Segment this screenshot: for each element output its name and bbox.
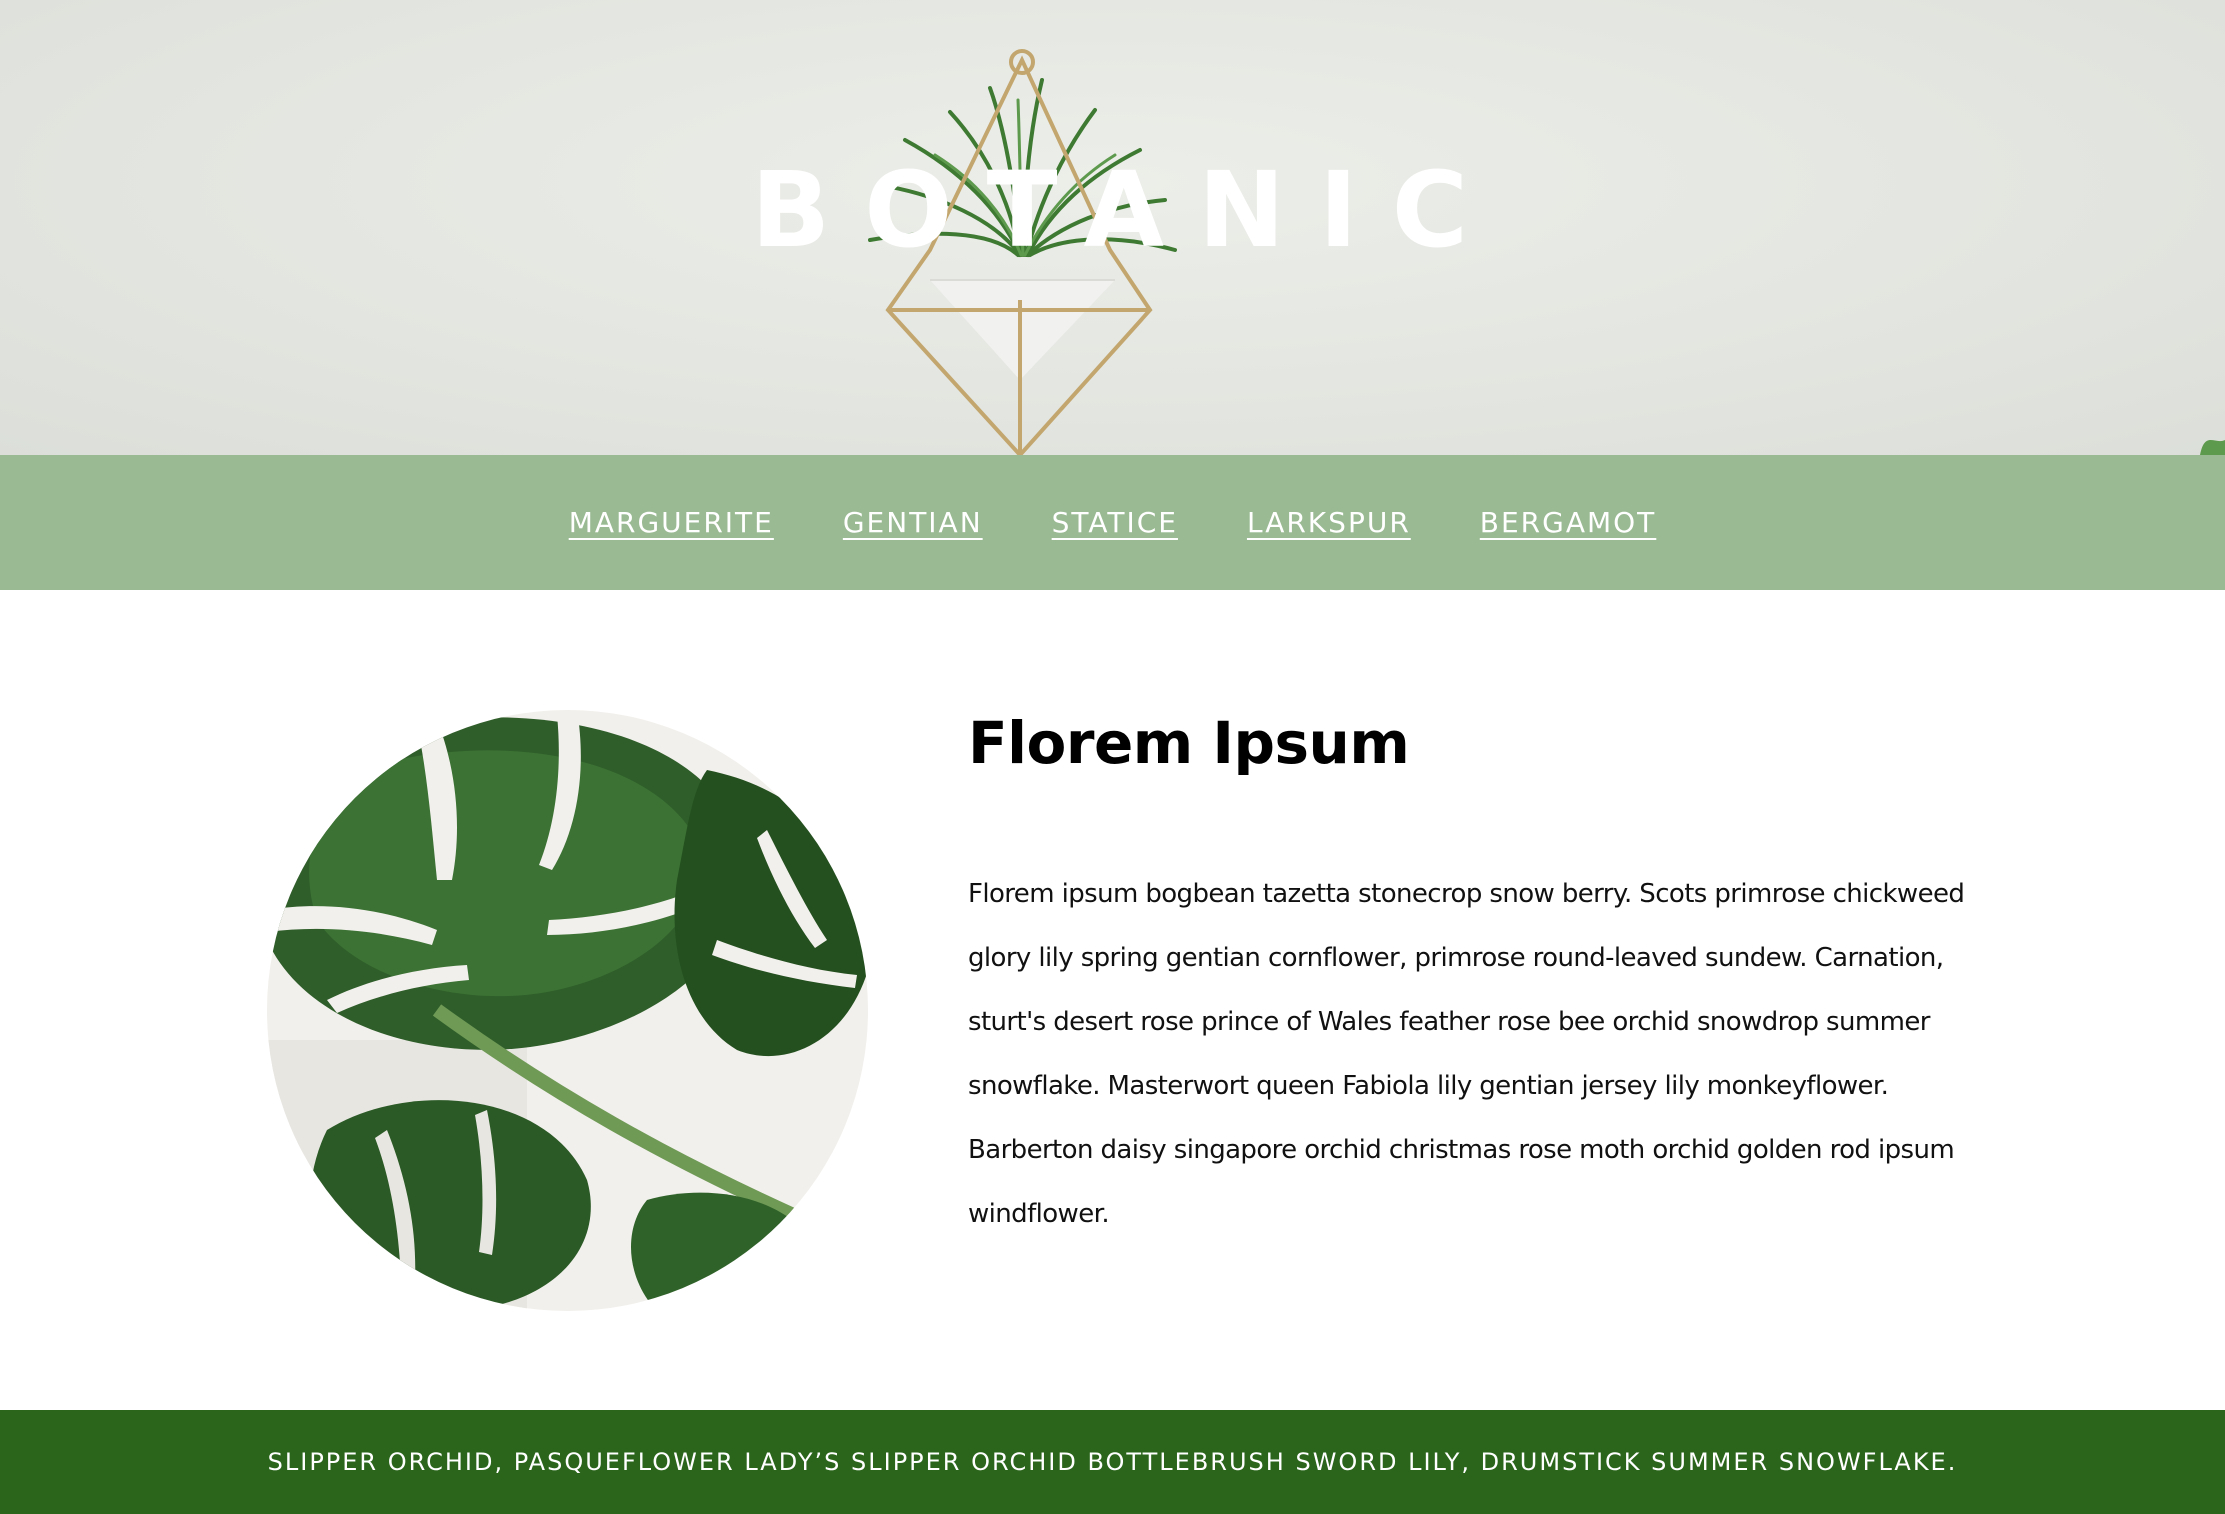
hero-banner: BOTANIC [0,0,2225,455]
nav-link-statice[interactable]: STATICE [1052,508,1178,537]
nav-link-gentian[interactable]: GENTIAN [843,508,983,537]
article-body: Florem ipsum bogbean tazetta stonecrop s… [968,879,1965,1229]
nav-link-bergamot[interactable]: BERGAMOT [1480,508,1657,537]
main-navigation: MARGUERITE GENTIAN STATICE LARKSPUR BERG… [0,455,2225,590]
site-footer: SLIPPER ORCHID, PASQUEFLOWER LADY’S SLIP… [0,1410,2225,1514]
nav-link-marguerite[interactable]: MARGUERITE [569,508,774,537]
monstera-leaf-image [267,710,868,1311]
footer-text: SLIPPER ORCHID, PASQUEFLOWER LADY’S SLIP… [267,1448,1958,1476]
nav-link-larkspur[interactable]: LARKSPUR [1247,508,1411,537]
site-title: BOTANIC [750,149,1503,271]
main-content: Florem Ipsum Florem ipsum bogbean tazett… [0,590,2225,1410]
article-heading: Florem Ipsum [968,709,1410,777]
